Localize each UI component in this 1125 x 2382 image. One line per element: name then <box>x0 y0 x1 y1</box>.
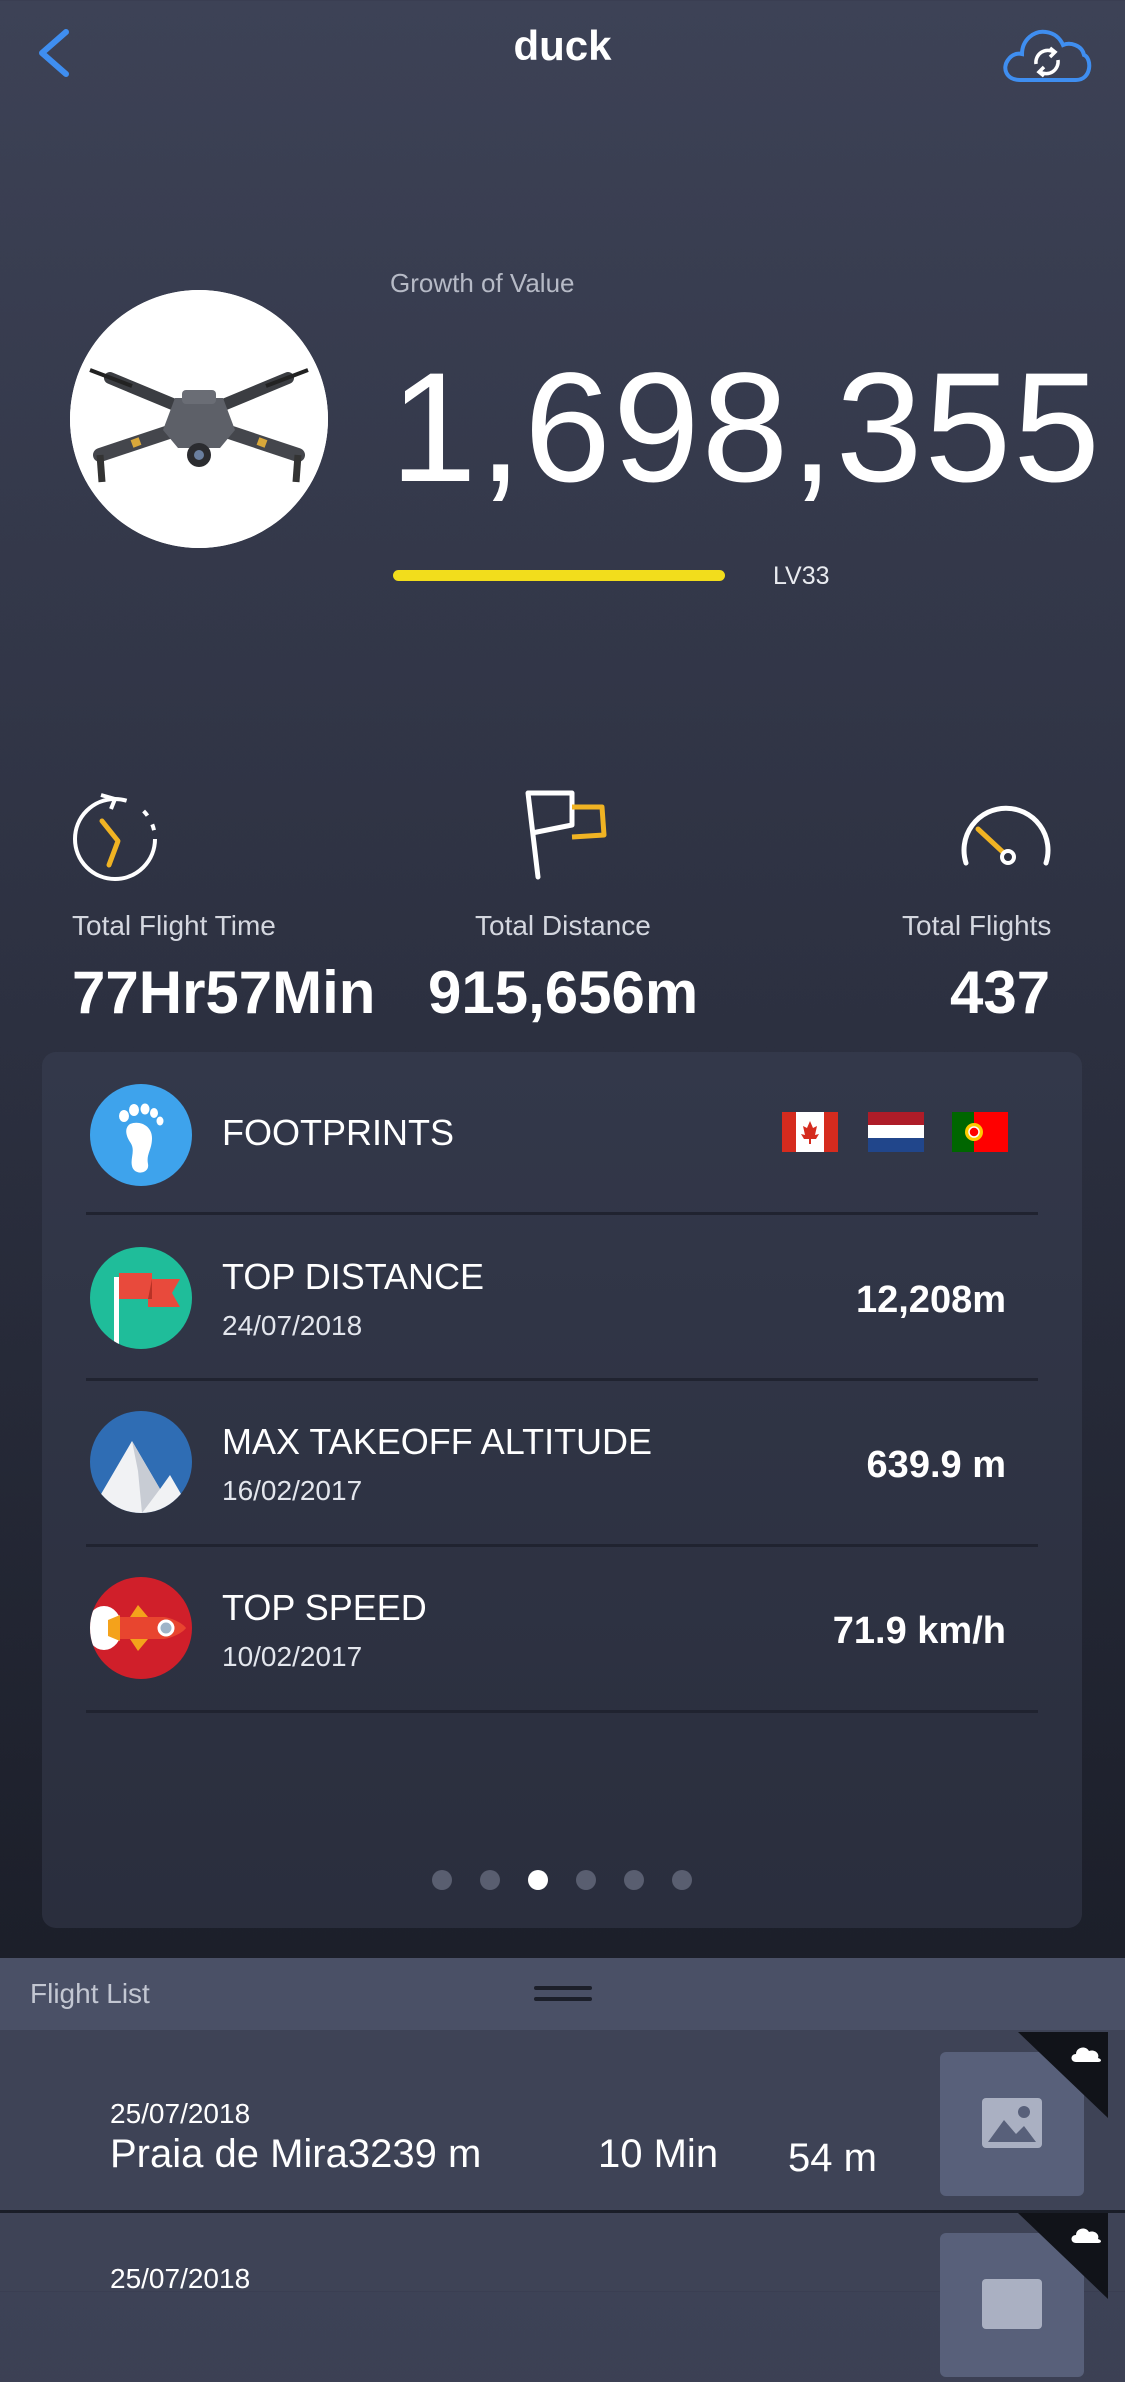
cloud-uploaded-icon <box>1018 2032 1108 2118</box>
total-flight-time-value: 77Hr57Min <box>72 959 376 1026</box>
rocket-icon <box>90 1577 192 1679</box>
page-dot[interactable] <box>432 1870 452 1890</box>
top-speed-row[interactable]: TOP SPEED 10/02/2017 71.9 km/h <box>42 1547 1082 1710</box>
top-speed-value: 71.9 km/h <box>832 1610 1006 1652</box>
portugal-flag-icon <box>952 1112 1008 1152</box>
total-distance-value: 915,656m <box>428 959 699 1026</box>
top-speed-title: TOP SPEED <box>222 1587 427 1628</box>
flight-list-item[interactable]: 25/07/2018 Praia de Mira3239 m 10 Min 54… <box>0 2030 1125 2210</box>
speedometer-icon <box>961 805 1051 866</box>
total-flights-label: Total Flights <box>902 910 1052 941</box>
netherlands-flag-icon <box>868 1112 924 1152</box>
red-flag-icon <box>90 1247 192 1349</box>
footprints-title: FOOTPRINTS <box>222 1112 454 1153</box>
top-speed-date: 10/02/2017 <box>222 1641 363 1672</box>
footprints-row[interactable]: FOOTPRINTS <box>42 1052 1082 1212</box>
footprint-icon <box>90 1084 192 1186</box>
flight-location: Praia de Mira3239 m <box>110 2132 482 2176</box>
top-distance-value: 12,208m <box>855 1279 1006 1321</box>
max-takeoff-altitude-row[interactable]: MAX TAKEOFF ALTITUDE 16/02/2017 639.9 m <box>42 1381 1082 1544</box>
max-takeoff-altitude-title: MAX TAKEOFF ALTITUDE <box>222 1421 653 1462</box>
growth-label: Growth of Value <box>390 268 575 298</box>
max-takeoff-altitude-date: 16/02/2017 <box>222 1475 363 1506</box>
page-dot-active[interactable] <box>528 1870 548 1890</box>
canada-flag-icon <box>782 1112 838 1152</box>
mountain-icon <box>90 1411 192 1513</box>
drone-image <box>70 290 328 548</box>
page-dot[interactable] <box>480 1870 500 1890</box>
drag-handle-icon[interactable] <box>534 1982 592 2006</box>
cloud-sync-icon[interactable] <box>1000 20 1092 88</box>
page-title: duck <box>513 22 612 69</box>
total-distance-label: Total Distance <box>475 910 651 941</box>
page-dot[interactable] <box>672 1870 692 1890</box>
total-flights-value: 437 <box>950 959 1051 1026</box>
drone-avatar[interactable] <box>70 290 328 548</box>
max-takeoff-altitude-value: 639.9 m <box>866 1444 1006 1486</box>
page-dot[interactable] <box>576 1870 596 1890</box>
flight-list-header[interactable]: Flight List <box>0 1958 1125 2030</box>
total-flight-time-label: Total Flight Time <box>72 910 276 941</box>
divider <box>86 1710 1038 1713</box>
flight-date: 25/07/2018 <box>110 2098 251 2129</box>
flight-date: 25/07/2018 <box>110 2263 251 2294</box>
top-distance-title: TOP DISTANCE <box>222 1256 485 1297</box>
growth-value: 1,698,355 <box>390 341 1103 515</box>
page-dot[interactable] <box>624 1870 644 1890</box>
flight-list-title: Flight List <box>30 1978 150 2009</box>
flag-icon <box>525 790 607 880</box>
stopwatch-icon <box>73 793 157 881</box>
flight-list-item[interactable]: 25/07/2018 <box>0 2213 1125 2377</box>
top-distance-row[interactable]: TOP DISTANCE 24/07/2018 12,208m <box>42 1215 1082 1378</box>
flight-altitude: 54 m <box>788 2136 877 2180</box>
records-card[interactable]: FOOTPRINTS TOP DISTANCE 24/07/2018 12,20… <box>42 1052 1082 1928</box>
flight-duration: 10 Min <box>598 2132 719 2176</box>
level-progress-bar <box>393 570 725 581</box>
level-label: LV33 <box>773 562 830 590</box>
top-distance-date: 24/07/2018 <box>222 1310 363 1341</box>
cloud-uploaded-icon <box>1018 2213 1108 2299</box>
